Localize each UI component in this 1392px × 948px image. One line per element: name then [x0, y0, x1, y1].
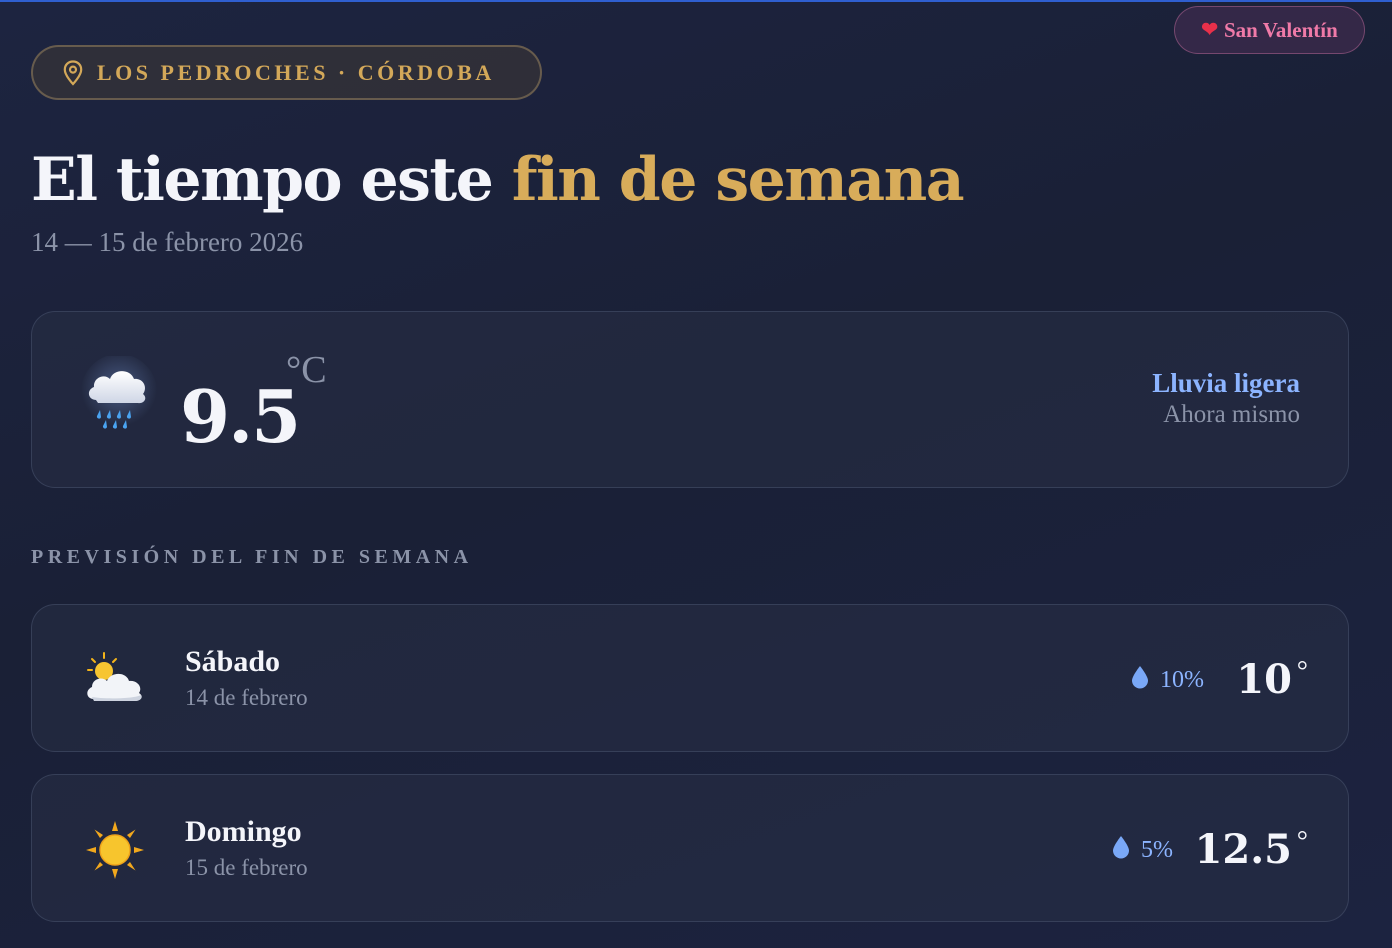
- day-name: Domingo: [185, 815, 302, 848]
- degree-symbol: °: [1296, 656, 1308, 687]
- day-name: Sábado: [185, 645, 281, 678]
- condition-time: Ahora mismo: [1163, 401, 1300, 428]
- map-pin-icon: [63, 59, 83, 86]
- valentine-badge-label: San Valentín: [1223, 17, 1338, 42]
- cloud-rain-icon: [80, 354, 158, 434]
- forecast-day-card[interactable]: Domingo 15 de febrero 5% 12.5 °: [31, 774, 1349, 922]
- title-accent: fin de semana: [511, 145, 965, 215]
- day-temperature-value: 10: [1236, 656, 1292, 703]
- day-date: 14 de febrero: [185, 685, 308, 710]
- heart-icon: ❤: [1201, 19, 1218, 41]
- day-date: 15 de febrero: [185, 855, 308, 880]
- day-temperature: 12.5 °: [1194, 825, 1308, 875]
- degree-symbol: °: [1296, 826, 1308, 857]
- raindrop-icon: [1130, 665, 1150, 696]
- current-condition: Lluvia ligera Ahora mismo: [1152, 368, 1300, 429]
- condition-label: Lluvia ligera: [1152, 368, 1300, 398]
- raindrop-icon: [1111, 835, 1131, 866]
- rain-chance-value: 5%: [1141, 837, 1173, 863]
- forecast-section-label: PREVISIÓN DEL FIN DE SEMANA: [31, 546, 473, 568]
- location-pill: LOS PEDROCHES · CÓRDOBA: [31, 45, 542, 100]
- rain-chance: 5%: [1111, 835, 1173, 866]
- current-weather-card: 9.5 °C Lluvia ligera Ahora mismo: [31, 311, 1349, 488]
- date-range: 14 — 15 de febrero 2026: [31, 227, 304, 257]
- day-temperature: 10 °: [1236, 655, 1308, 705]
- location-label: LOS PEDROCHES · CÓRDOBA: [97, 59, 495, 85]
- page-title: El tiempo este fin de semana: [31, 140, 965, 220]
- temperature-unit: °C: [286, 349, 327, 391]
- sun-icon: [82, 817, 148, 883]
- top-accent-line: [0, 0, 1392, 2]
- current-temperature: 9.5: [180, 374, 301, 459]
- sun-behind-cloud-icon: [82, 647, 148, 713]
- rain-chance-value: 10%: [1160, 667, 1204, 693]
- valentine-badge[interactable]: ❤ San Valentín: [1174, 6, 1365, 54]
- rain-chance: 10%: [1130, 665, 1204, 696]
- title-main: El tiempo este: [31, 145, 494, 215]
- day-temperature-value: 12.5: [1194, 826, 1292, 873]
- forecast-day-card[interactable]: Sábado 14 de febrero 10% 10 °: [31, 604, 1349, 752]
